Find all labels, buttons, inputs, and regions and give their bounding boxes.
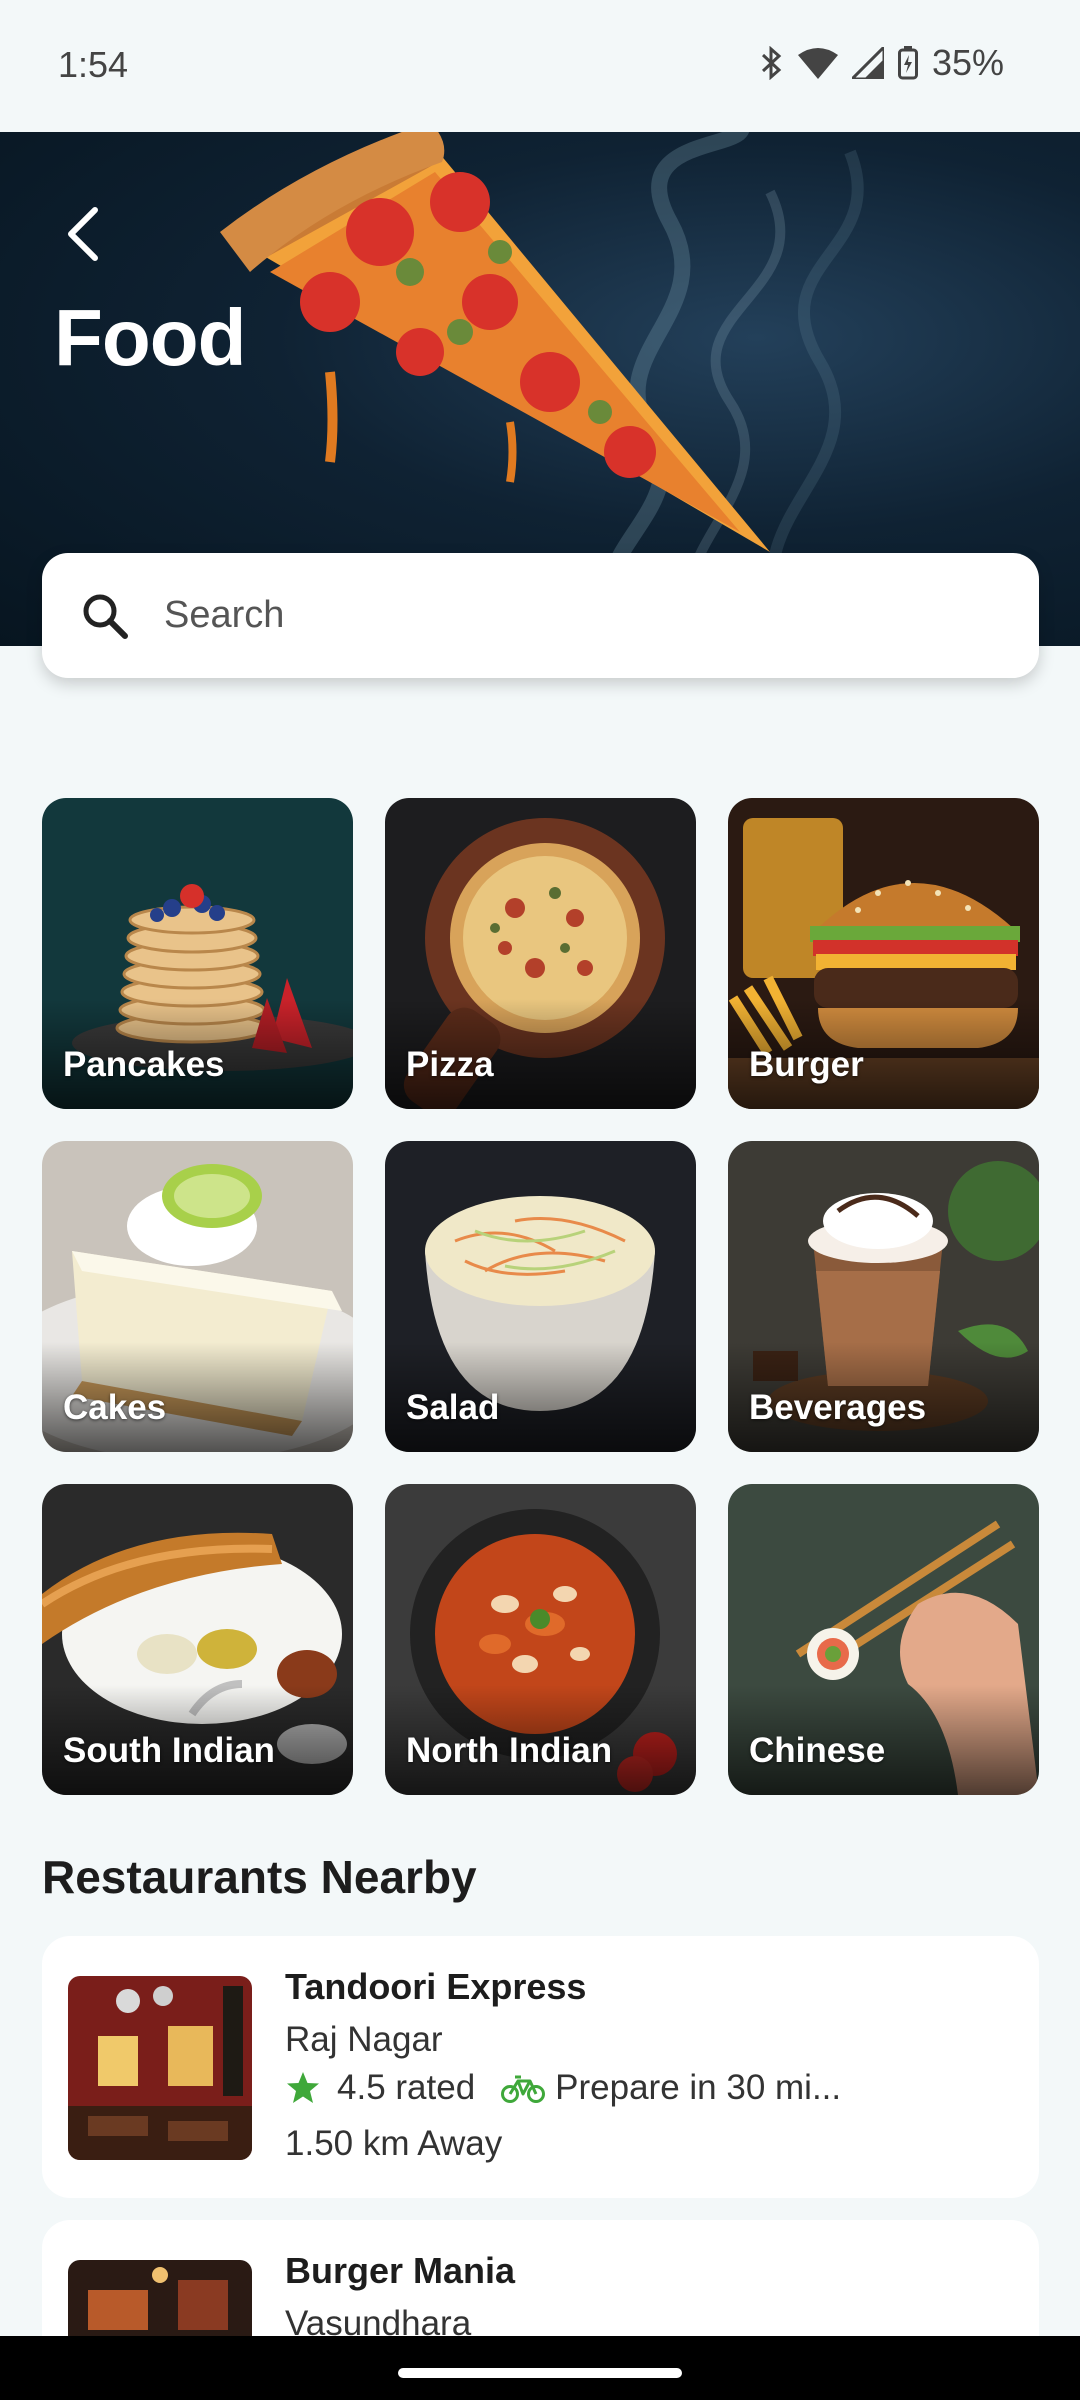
section-title-restaurants-nearby: Restaurants Nearby [42, 1851, 477, 1903]
category-label: Pizza [406, 1045, 494, 1084]
home-gesture-handle[interactable] [398, 2368, 682, 2378]
category-tile-south-indian[interactable]: South Indian [42, 1484, 353, 1795]
category-tile-burger[interactable]: Burger [728, 798, 1039, 1109]
category-tile-cakes[interactable]: Cakes [42, 1141, 353, 1452]
search-bar[interactable] [42, 553, 1039, 678]
status-bar: 1:54 35% [0, 0, 1080, 132]
restaurant-name: Tandoori Express [285, 1966, 587, 2007]
restaurant-distance: 1.50 km Away [285, 2124, 503, 2163]
restaurant-area: Raj Nagar [285, 2020, 443, 2059]
category-tile-pizza[interactable]: Pizza [385, 798, 696, 1109]
category-label: Cakes [63, 1388, 167, 1427]
category-tile-pancakes[interactable]: Pancakes [42, 798, 353, 1109]
category-label: Salad [406, 1388, 500, 1427]
category-label: North Indian [406, 1731, 613, 1770]
category-tile-chinese[interactable]: Chinese [728, 1484, 1039, 1795]
restaurant-card[interactable]: Tandoori Express Raj Nagar 4.5 rated Pre… [42, 1936, 1039, 2198]
category-label: Burger [749, 1045, 864, 1084]
bluetooth-icon [760, 46, 784, 80]
category-label: Beverages [749, 1388, 927, 1427]
category-tile-salad[interactable]: Salad [385, 1141, 696, 1452]
page-title: Food [54, 293, 246, 382]
chevron-left-icon [68, 207, 98, 261]
restaurant-rating: 4.5 rated [337, 2068, 476, 2107]
wifi-icon [797, 47, 838, 79]
back-button[interactable] [52, 198, 112, 270]
category-tile-north-indian[interactable]: North Indian [385, 1484, 696, 1795]
category-label: Pancakes [63, 1045, 225, 1084]
search-icon [83, 594, 128, 639]
status-time: 1:54 [58, 44, 129, 85]
status-icons: 35% [760, 42, 1004, 84]
restaurant-thumbnail [68, 1976, 252, 2160]
star-icon [287, 2072, 319, 2103]
pizza-slice-graphic [220, 132, 770, 552]
battery-percent: 35% [931, 42, 1004, 83]
category-grid: Pancakes Pizza Burger Cakes Salad Bevera… [42, 798, 1039, 1795]
category-tile-beverages[interactable]: Beverages [728, 1141, 1039, 1452]
restaurant-meta: 4.5 rated Prepare in 30 mi... [285, 2068, 841, 2108]
category-label: Chinese [749, 1731, 886, 1770]
restaurant-name: Burger Mania [285, 2250, 516, 2291]
battery-charging-icon [897, 46, 918, 80]
search-input[interactable] [164, 594, 964, 637]
signal-icon [851, 47, 884, 79]
bicycle-icon [501, 2075, 546, 2103]
restaurant-prep-time: Prepare in 30 mi... [555, 2068, 842, 2107]
category-label: South Indian [63, 1731, 275, 1770]
